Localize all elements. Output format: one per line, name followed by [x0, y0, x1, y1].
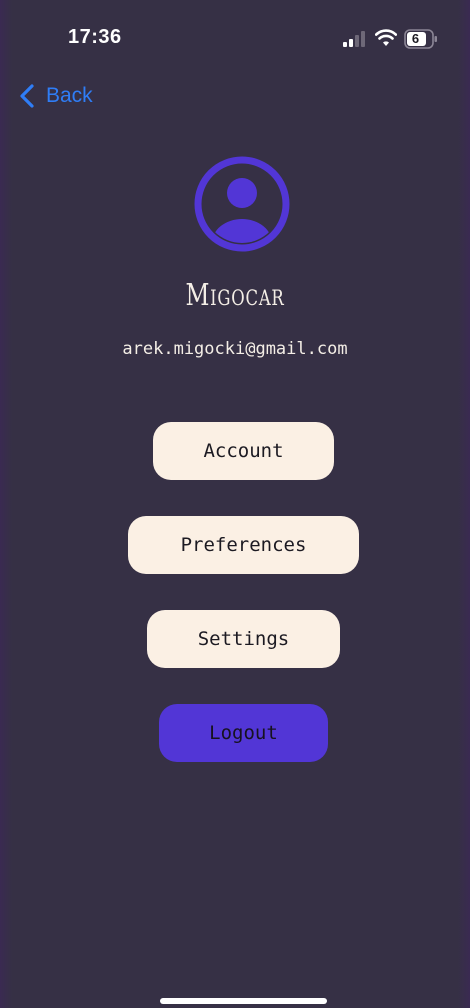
chevron-left-icon — [20, 84, 34, 108]
back-button[interactable]: Back — [18, 80, 93, 112]
profile-screen: 17:36 6 Back Migocar arek.migocki@gmail.… — [0, 0, 470, 1008]
account-button[interactable]: Account — [153, 422, 334, 480]
status-time: 17:36 — [68, 26, 122, 48]
status-bar: 17:36 6 — [0, 0, 470, 80]
preferences-button[interactable]: Preferences — [128, 516, 359, 574]
profile-name: Migocar — [185, 278, 285, 313]
logout-button[interactable]: Logout — [159, 704, 328, 762]
signal-icon — [343, 31, 365, 47]
back-label: Back — [46, 84, 93, 107]
wifi-icon — [375, 29, 397, 46]
settings-button[interactable]: Settings — [147, 610, 340, 668]
user-circle-icon — [194, 156, 290, 252]
battery-level: 6 — [411, 31, 420, 46]
profile-email: arek.migocki@gmail.com — [122, 339, 348, 359]
home-indicator — [160, 998, 327, 1004]
